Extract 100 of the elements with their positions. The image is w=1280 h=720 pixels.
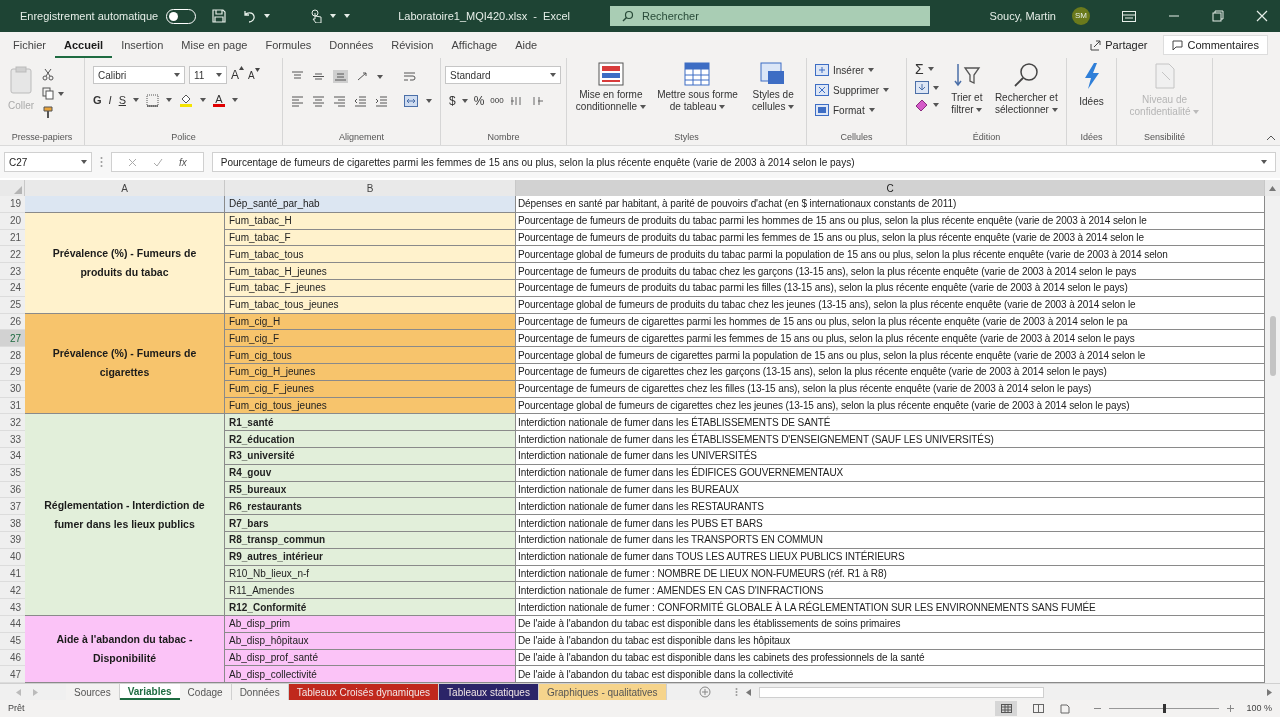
caret-icon[interactable] bbox=[216, 73, 222, 77]
ideas-button[interactable]: Idées bbox=[1079, 62, 1104, 131]
orientation-icon[interactable] bbox=[356, 71, 369, 82]
user-avatar[interactable]: SM bbox=[1072, 7, 1090, 25]
autosum-button[interactable]: Σ bbox=[915, 62, 924, 76]
bold-button[interactable]: G bbox=[93, 92, 102, 109]
row-header[interactable]: 32 bbox=[0, 414, 25, 432]
caret-icon[interactable] bbox=[788, 105, 795, 110]
format-painter-icon[interactable] bbox=[42, 106, 55, 119]
grow-font-button[interactable]: A bbox=[231, 66, 244, 84]
row-header[interactable]: 42 bbox=[0, 582, 25, 600]
menu-tab[interactable]: Affichage bbox=[442, 36, 507, 58]
zoom-thumb[interactable] bbox=[1162, 704, 1166, 714]
search-field[interactable]: Rechercher bbox=[610, 6, 930, 26]
caret-icon[interactable] bbox=[199, 98, 206, 103]
menu-tab[interactable]: Aide bbox=[506, 36, 547, 58]
undo-icon[interactable] bbox=[242, 9, 257, 23]
caret-icon[interactable] bbox=[174, 73, 180, 77]
collapse-ribbon-icon[interactable] bbox=[1266, 135, 1276, 141]
sort-filter-button[interactable]: Trier et filtrer bbox=[947, 62, 987, 116]
menu-tab[interactable]: Formules bbox=[256, 36, 321, 58]
copy-icon[interactable] bbox=[42, 87, 55, 100]
currency-button[interactable]: $ bbox=[449, 92, 456, 110]
name-box[interactable]: C27 bbox=[4, 152, 92, 172]
decrease-indent-icon[interactable] bbox=[354, 95, 367, 107]
caret-icon[interactable] bbox=[976, 108, 983, 113]
ribbon-display-icon[interactable] bbox=[1122, 10, 1136, 22]
merge-cells-icon[interactable] bbox=[404, 95, 418, 107]
save-icon[interactable] bbox=[212, 9, 227, 23]
caret-icon[interactable] bbox=[550, 73, 556, 77]
comments-button[interactable]: Commentaires bbox=[1163, 35, 1268, 55]
styles-button[interactable]: Mise en forme conditionnelle bbox=[571, 62, 650, 113]
row-header[interactable]: 28 bbox=[0, 347, 25, 364]
sheet-tab[interactable]: Graphiques - qualitatives bbox=[538, 684, 667, 701]
borders-icon[interactable] bbox=[145, 93, 159, 107]
row-header[interactable]: 23 bbox=[0, 263, 25, 280]
caret-icon[interactable] bbox=[377, 74, 383, 79]
column-header[interactable]: C bbox=[516, 180, 1265, 196]
number-format-field[interactable]: Standard bbox=[445, 66, 561, 84]
restore-icon[interactable] bbox=[1212, 10, 1224, 22]
caret-icon[interactable] bbox=[868, 108, 875, 112]
insert-function-button[interactable]: fx bbox=[179, 154, 187, 170]
column-header[interactable]: B bbox=[225, 180, 516, 196]
caret-icon[interactable] bbox=[868, 68, 875, 72]
fill-color-icon[interactable] bbox=[178, 93, 193, 108]
cells-menu-button[interactable]: Insérer bbox=[815, 62, 898, 78]
row-header[interactable]: 37 bbox=[0, 498, 25, 516]
styles-button[interactable]: Mettre sous forme de tableau bbox=[651, 62, 744, 113]
scroll-right-icon[interactable] bbox=[1267, 688, 1272, 696]
menu-tab[interactable]: Mise en page bbox=[172, 36, 257, 58]
eraser-icon[interactable] bbox=[915, 99, 929, 111]
cells-menu-button[interactable]: Supprimer bbox=[815, 82, 898, 98]
underline-button[interactable]: S bbox=[118, 92, 126, 109]
italic-button[interactable]: I bbox=[108, 92, 112, 109]
percent-button[interactable]: % bbox=[473, 92, 485, 110]
sheet-tab[interactable]: Tableaux Croisés dynamiques bbox=[288, 684, 440, 701]
styles-button[interactable]: Styles de cellules bbox=[745, 62, 802, 113]
close-icon[interactable] bbox=[1256, 10, 1268, 22]
caret-icon[interactable] bbox=[165, 98, 172, 103]
caret-icon[interactable] bbox=[426, 99, 432, 103]
caret-icon[interactable] bbox=[231, 98, 238, 103]
increase-indent-icon[interactable] bbox=[375, 95, 388, 107]
page-break-icon[interactable] bbox=[1060, 703, 1071, 714]
caret-icon[interactable] bbox=[639, 105, 646, 110]
caret-icon[interactable] bbox=[883, 88, 890, 92]
shrink-font-button[interactable]: A bbox=[248, 67, 260, 83]
caret-icon[interactable] bbox=[81, 160, 87, 164]
font-size-field[interactable]: 11 bbox=[189, 66, 227, 84]
formula-field[interactable]: Pourcentage de fumeurs de cigarettes parmi les femmes de 15 ans ou plus, selon la plus récente enquête (varie de 2003 à 2014 selon le pays) bbox=[211, 152, 1276, 172]
menu-tab[interactable]: Insertion bbox=[112, 36, 173, 58]
cells-menu-button[interactable]: Format bbox=[815, 102, 898, 118]
row-header[interactable]: 43 bbox=[0, 599, 25, 616]
horizontal-scrollbar[interactable] bbox=[758, 686, 1044, 698]
align-middle-icon[interactable] bbox=[312, 71, 325, 82]
sheet-tab[interactable]: Variables bbox=[119, 684, 180, 701]
caret-icon[interactable] bbox=[933, 85, 939, 90]
caret-icon[interactable] bbox=[719, 105, 726, 110]
row-header[interactable]: 47 bbox=[0, 666, 25, 684]
row-header[interactable]: 22 bbox=[0, 246, 25, 264]
row-header[interactable]: 38 bbox=[0, 515, 25, 532]
scroll-up-icon[interactable] bbox=[1269, 185, 1276, 191]
menu-tab[interactable]: Révision bbox=[382, 36, 443, 58]
scroll-left-icon[interactable] bbox=[745, 688, 751, 696]
touch-icon[interactable] bbox=[310, 9, 323, 23]
zoom-slider[interactable] bbox=[1109, 704, 1220, 714]
menu-tab[interactable]: Données bbox=[320, 36, 383, 58]
caret-icon[interactable] bbox=[1261, 160, 1267, 164]
thousands-button[interactable]: 000 bbox=[490, 95, 504, 107]
menu-tab[interactable]: Fichier bbox=[4, 36, 55, 58]
row-header[interactable]: 27 bbox=[0, 330, 25, 348]
caret-icon[interactable] bbox=[927, 67, 934, 71]
font-name-field[interactable]: Calibri bbox=[93, 66, 185, 84]
caret-icon[interactable] bbox=[1051, 108, 1058, 113]
scissors-icon[interactable] bbox=[42, 68, 55, 81]
row-header[interactable]: 19 bbox=[0, 196, 25, 213]
page-layout-icon[interactable] bbox=[1033, 704, 1045, 714]
fill-icon[interactable] bbox=[915, 81, 929, 94]
normal-view-button[interactable] bbox=[995, 701, 1018, 717]
sheet-tab[interactable]: Tableaux statiques bbox=[439, 684, 539, 701]
row-header[interactable]: 33 bbox=[0, 431, 25, 448]
